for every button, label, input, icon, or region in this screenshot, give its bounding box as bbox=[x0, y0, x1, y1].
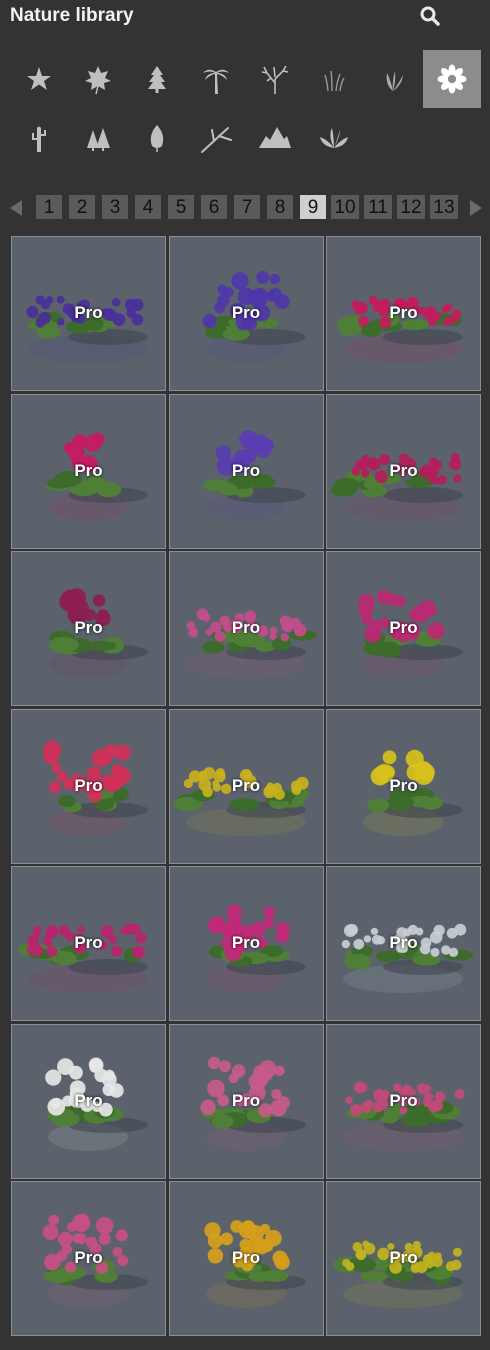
pro-badge: Pro bbox=[389, 1090, 418, 1110]
asset-tile[interactable]: Pro bbox=[168, 551, 324, 706]
pro-badge: Pro bbox=[389, 1248, 418, 1267]
page-button-5[interactable]: 5 bbox=[168, 195, 194, 219]
asset-tile[interactable]: Pro bbox=[11, 1181, 166, 1336]
pro-badge: Pro bbox=[74, 303, 103, 322]
arrow-left-icon[interactable] bbox=[6, 197, 26, 219]
palm-tree-icon[interactable] bbox=[187, 50, 245, 108]
asset-tile[interactable]: Pro bbox=[326, 1023, 481, 1179]
bare-tree-icon[interactable] bbox=[246, 50, 304, 108]
pro-badge: Pro bbox=[389, 460, 418, 480]
pro-badge: Pro bbox=[74, 1090, 103, 1110]
page-button-9[interactable]: 9 bbox=[300, 195, 326, 219]
page-button-10[interactable]: 10 bbox=[331, 195, 359, 219]
conifer-tree-icon[interactable] bbox=[128, 50, 186, 108]
pro-badge: Pro bbox=[389, 618, 418, 637]
pro-badge: Pro bbox=[231, 303, 261, 322]
mountains-icon[interactable] bbox=[246, 109, 304, 167]
pro-badge: Pro bbox=[389, 775, 418, 795]
pro-badge: Pro bbox=[231, 1090, 261, 1110]
page-button-4[interactable]: 4 bbox=[135, 195, 161, 219]
grass-icon[interactable] bbox=[305, 50, 363, 108]
pro-badge: Pro bbox=[231, 1248, 261, 1267]
panel-title: Nature library bbox=[10, 5, 134, 26]
asset-tile[interactable]: Pro bbox=[168, 866, 324, 1021]
pro-badge: Pro bbox=[74, 1248, 103, 1267]
leaf-icon[interactable] bbox=[128, 109, 186, 167]
asset-tile[interactable]: Pro bbox=[326, 393, 481, 549]
pro-badge: Pro bbox=[231, 933, 261, 952]
asset-tile[interactable]: Pro bbox=[11, 393, 166, 549]
asset-tile[interactable]: Pro bbox=[168, 1023, 324, 1179]
pagination: 1 2 3 4 5 6 7 8 9 10 11 12 13 bbox=[0, 195, 490, 221]
asset-tile[interactable]: Pro bbox=[168, 708, 324, 864]
asset-tile[interactable]: Pro bbox=[11, 866, 166, 1021]
pro-badge: Pro bbox=[74, 618, 103, 637]
page-button-8[interactable]: 8 bbox=[267, 195, 293, 219]
page-button-12[interactable]: 12 bbox=[397, 195, 425, 219]
page-button-6[interactable]: 6 bbox=[201, 195, 227, 219]
pro-badge: Pro bbox=[231, 618, 261, 637]
pro-badge: Pro bbox=[74, 460, 103, 480]
pro-badge: Pro bbox=[74, 775, 103, 795]
page-button-11[interactable]: 11 bbox=[364, 195, 392, 219]
asset-tile[interactable]: Pro bbox=[11, 1023, 166, 1179]
broad-plant-icon[interactable] bbox=[305, 109, 363, 167]
page-button-2[interactable]: 2 bbox=[69, 195, 95, 219]
search-icon[interactable] bbox=[418, 4, 442, 28]
page-button-13[interactable]: 13 bbox=[430, 195, 458, 219]
cactus-icon[interactable] bbox=[10, 109, 68, 167]
asset-tile[interactable]: Pro bbox=[326, 551, 481, 706]
asset-tile[interactable]: Pro bbox=[168, 393, 324, 549]
forest-icon[interactable] bbox=[69, 109, 127, 167]
asset-tile[interactable]: Pro bbox=[326, 866, 481, 1021]
pro-badge: Pro bbox=[74, 933, 103, 952]
asset-tile[interactable]: Pro bbox=[326, 236, 481, 391]
fern-leaves-icon[interactable] bbox=[364, 50, 422, 108]
asset-tile[interactable]: Pro bbox=[11, 236, 166, 391]
asset-tile[interactable]: Pro bbox=[11, 551, 166, 706]
pro-badge: Pro bbox=[389, 303, 418, 322]
header: Nature library bbox=[0, 0, 490, 32]
pro-badge: Pro bbox=[231, 460, 261, 480]
page-button-1[interactable]: 1 bbox=[36, 195, 62, 219]
page-button-7[interactable]: 7 bbox=[234, 195, 260, 219]
asset-tile[interactable]: Pro bbox=[11, 708, 166, 864]
flower-icon[interactable] bbox=[423, 50, 481, 108]
pro-badge: Pro bbox=[231, 775, 261, 795]
page-button-3[interactable]: 3 bbox=[102, 195, 128, 219]
asset-tile[interactable]: Pro bbox=[326, 1181, 481, 1336]
asset-tile[interactable]: Pro bbox=[168, 236, 324, 391]
arrow-right-icon[interactable] bbox=[466, 197, 486, 219]
branch-icon[interactable] bbox=[187, 109, 245, 167]
pro-badge: Pro bbox=[389, 933, 418, 952]
asset-tile[interactable]: Pro bbox=[326, 708, 481, 864]
star-icon[interactable] bbox=[10, 50, 68, 108]
asset-tile[interactable]: Pro bbox=[168, 1181, 324, 1336]
maple-leaf-icon[interactable] bbox=[69, 50, 127, 108]
